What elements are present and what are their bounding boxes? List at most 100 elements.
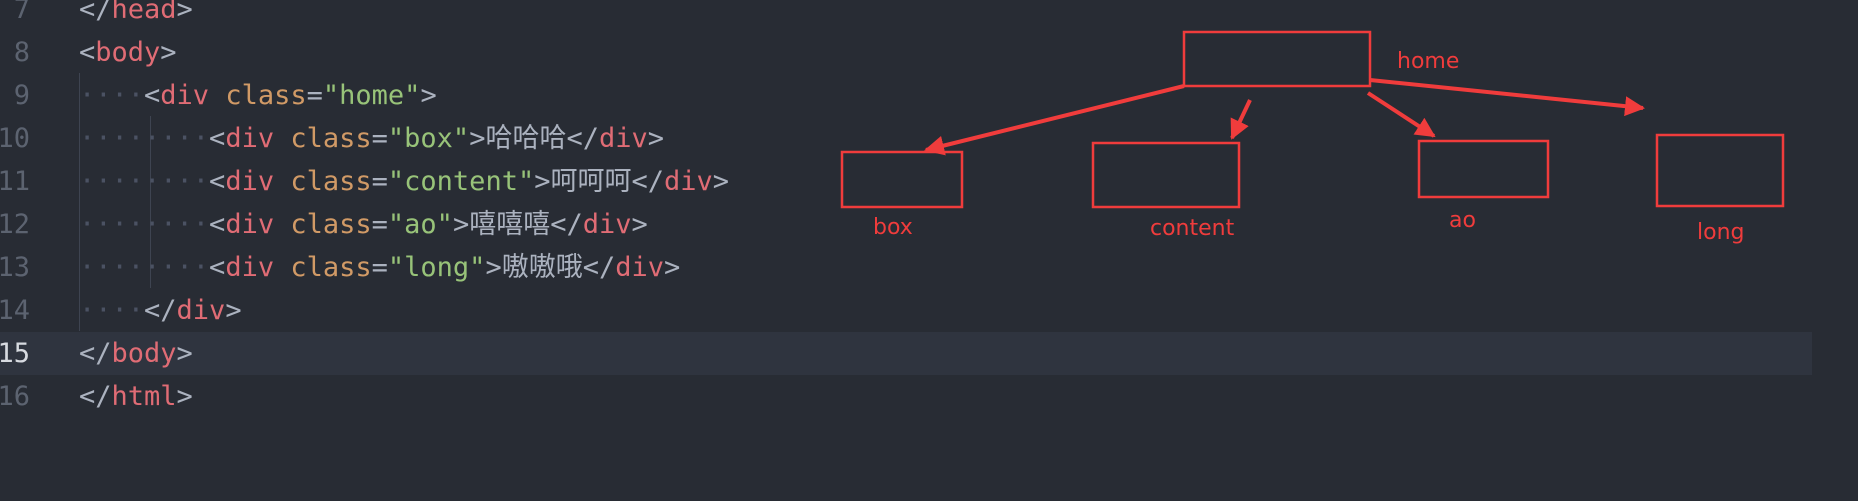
code-token-tag: body (111, 338, 177, 369)
code-token-punct: > (664, 252, 681, 283)
code-token-tag: body (95, 37, 161, 68)
code-token-punct: > (712, 166, 730, 197)
code-token-tag: div (615, 252, 665, 283)
code-token-txt: 嘻嘻嘻 (469, 209, 551, 240)
code-token-punct: </ (566, 123, 599, 154)
code-text: </html> (79, 375, 193, 418)
code-token-punct: </ (631, 166, 664, 197)
code-token-tag: div (225, 123, 275, 154)
code-line[interactable]: 12 ········<div class="ao">嘻嘻嘻</div> (0, 203, 1858, 246)
code-text: </head> (79, 0, 193, 31)
code-text: ········<div class="ao">嘻嘻嘻</div> (79, 203, 648, 246)
code-token-punct: < (209, 252, 226, 283)
code-token-attr: class (225, 80, 307, 111)
code-token-attr: class (290, 123, 372, 154)
code-line[interactable]: 15 </body> (0, 332, 1812, 375)
code-token-txt: 嗷嗷哦 (501, 252, 583, 283)
code-token-punct: > (420, 80, 437, 111)
code-token-punct: > (176, 0, 193, 25)
line-number: 8 (13, 37, 30, 68)
code-token-punct: > (225, 295, 242, 326)
code-token-tag: div (225, 252, 275, 283)
code-token-punct: > (176, 338, 193, 369)
code-token-punct: > (160, 37, 177, 68)
code-token-tag: div (664, 166, 713, 197)
whitespace-markers: ···· (79, 80, 145, 111)
code-text: ········<div class="content">呵呵呵</div> (79, 160, 729, 203)
whitespace-markers: ········ (79, 252, 210, 283)
line-number: 7 (13, 0, 30, 25)
code-line[interactable]: 7 </head> (0, 0, 1858, 31)
code-line[interactable]: 13 ········<div class="long">嗷嗷哦</div> (0, 246, 1858, 289)
code-token-punct: > (452, 209, 470, 240)
code-token-txt: 呵呵呵 (550, 166, 632, 197)
whitespace-markers: ········ (79, 123, 210, 154)
code-token-tag: html (111, 381, 177, 412)
code-token-txt: 哈哈哈 (485, 123, 567, 154)
code-token-punct: = (371, 166, 388, 197)
whitespace-markers: ···· (79, 295, 145, 326)
whitespace-markers: ········ (79, 209, 210, 240)
code-token-punct: > (647, 123, 665, 154)
code-token-str: "home" (322, 80, 421, 111)
code-token-punct: </ (144, 295, 177, 326)
code-token-punct: > (469, 123, 486, 154)
code-text: ····<div class="home"> (79, 74, 437, 117)
code-token-tag: div (160, 80, 210, 111)
code-token-attr: class (290, 252, 372, 283)
line-number: 15 (0, 338, 30, 369)
code-token-punct: = (371, 123, 388, 154)
code-token-punct: </ (550, 209, 583, 240)
code-line[interactable]: 11 ········<div class="content">呵呵呵</div> (0, 160, 1858, 203)
line-number: 14 (0, 295, 30, 326)
code-token-str: "long" (387, 252, 486, 283)
code-token-punct: > (485, 252, 502, 283)
code-token-punct: < (209, 123, 226, 154)
code-token-punct: </ (79, 0, 112, 25)
code-token-punct: > (534, 166, 551, 197)
line-number: 13 (0, 252, 30, 283)
whitespace-markers: ········ (79, 166, 210, 197)
line-number: 16 (0, 381, 30, 412)
code-token-tag: div (582, 209, 632, 240)
code-token-tag: head (111, 0, 177, 25)
code-token-punct: = (371, 252, 388, 283)
code-token-str: "content" (387, 166, 535, 197)
code-token-punct: </ (79, 338, 112, 369)
code-line[interactable]: 16 </html> (0, 375, 1858, 418)
code-token-punct: < (79, 37, 96, 68)
code-token-punct: < (209, 209, 226, 240)
line-number: 9 (13, 80, 30, 111)
code-text: ········<div class="box">哈哈哈</div> (79, 117, 664, 160)
line-number: 12 (0, 209, 30, 240)
code-token-punct: < (144, 80, 161, 111)
code-token-punct: > (176, 381, 193, 412)
code-token-str: "box" (387, 123, 470, 154)
code-line[interactable]: 14 ····</div> (0, 289, 1858, 332)
line-number: 11 (0, 166, 30, 197)
code-token-tag: div (225, 209, 275, 240)
line-number: 10 (0, 123, 30, 154)
code-line[interactable]: 9 ····<div class="home"> (0, 74, 1858, 117)
code-token-punct: </ (79, 381, 112, 412)
code-editor[interactable]: 7 </head> 8 <body> 9 ····<div class="home"> 10… (0, 0, 1858, 501)
code-token-punct: > (631, 209, 648, 240)
code-token-punct: < (209, 166, 226, 197)
code-text: <body> (79, 31, 177, 74)
code-text: </body> (79, 332, 193, 375)
code-line[interactable]: 10 ········<div class="box">哈哈哈</div> (0, 117, 1858, 160)
code-token-str: "ao" (387, 209, 453, 240)
code-token-tag: div (176, 295, 226, 326)
code-token-punct: = (306, 80, 323, 111)
code-text: ····</div> (79, 289, 242, 332)
code-token-tag: div (598, 123, 648, 154)
code-line[interactable]: 8 <body> (0, 31, 1858, 74)
code-token-attr: class (290, 166, 372, 197)
code-token-punct: </ (582, 252, 616, 283)
code-token-tag: div (225, 166, 275, 197)
